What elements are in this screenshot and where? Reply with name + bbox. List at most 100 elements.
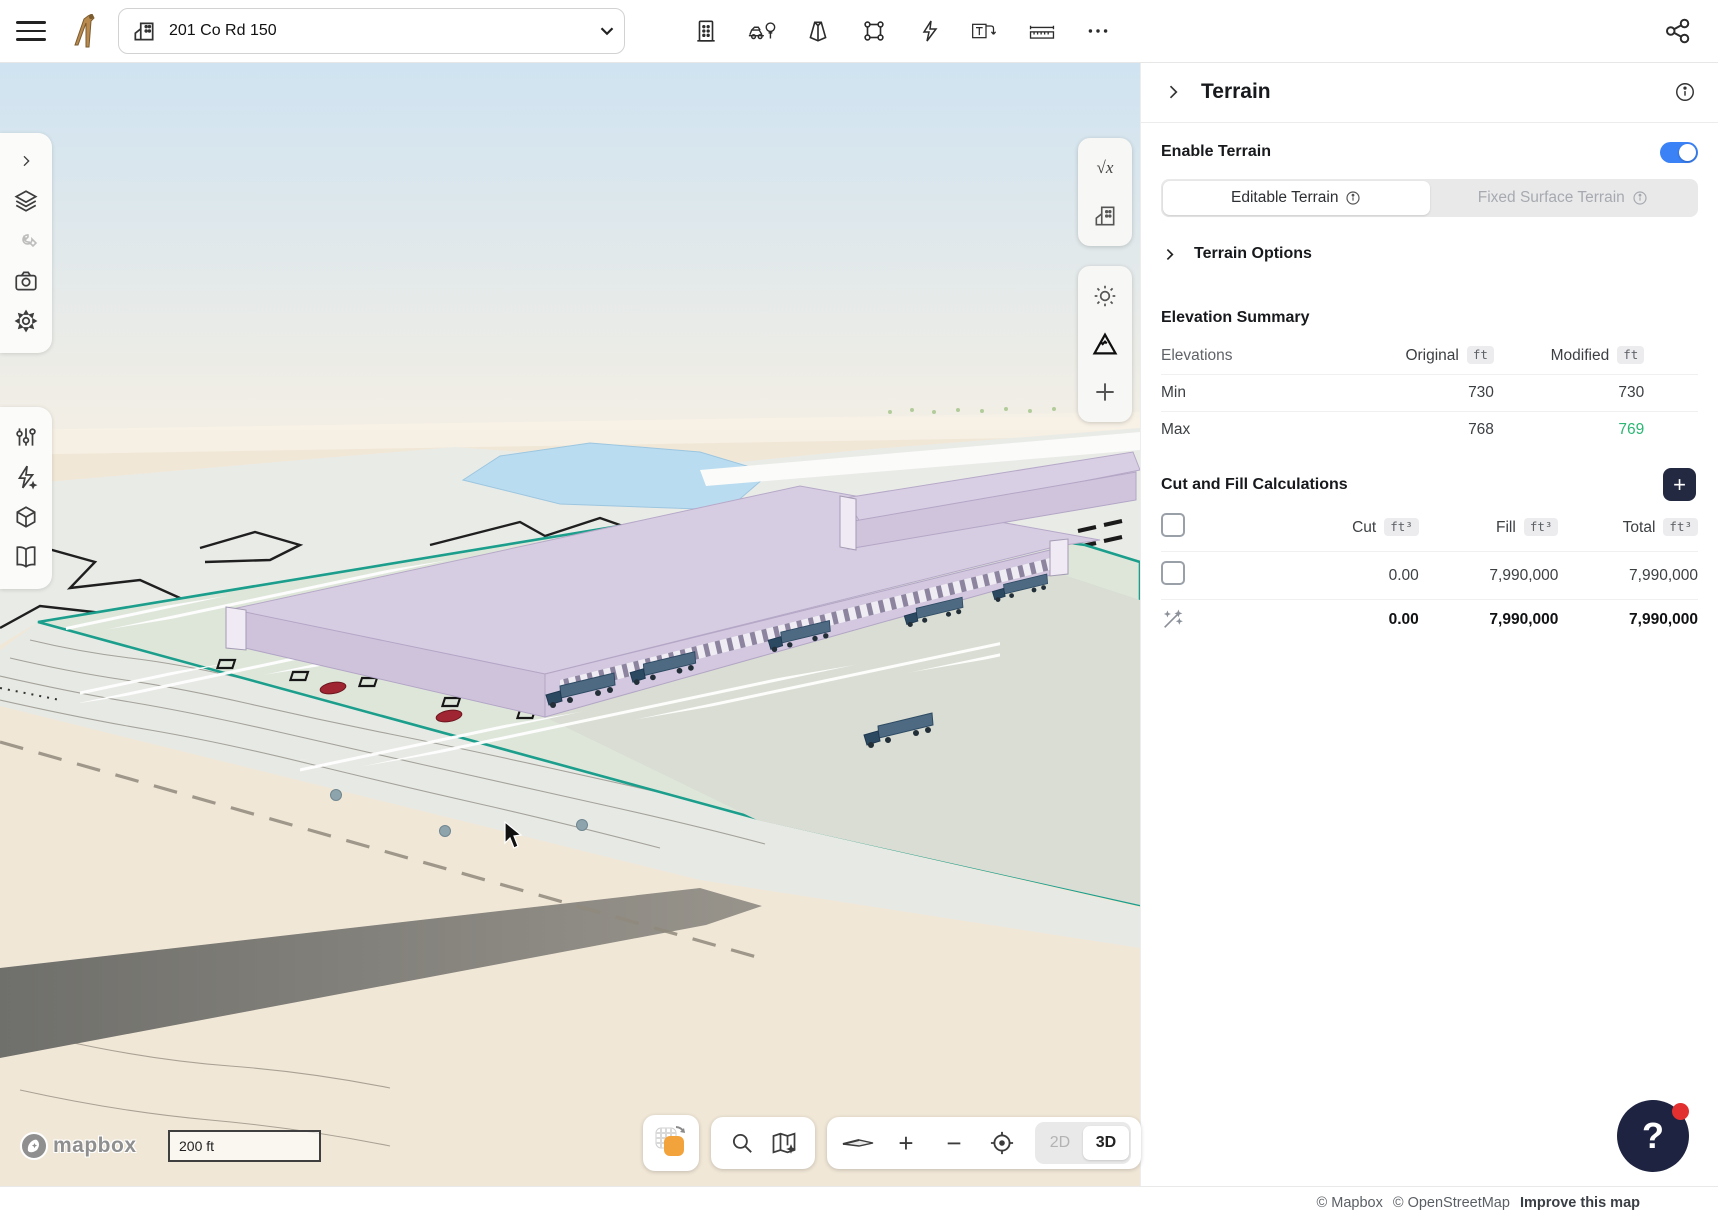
- sky: [0, 62, 1140, 452]
- view-mode-toggle: 2D 3D: [1035, 1122, 1131, 1164]
- basemap-preview-icon: [652, 1124, 690, 1162]
- sun-shadow-icon[interactable]: [1083, 272, 1127, 320]
- terrain-panel: Terrain Enable Terrain Editable Terrain …: [1140, 62, 1718, 1186]
- measure-tool-icon[interactable]: [1027, 16, 1057, 46]
- project-name: 201 Co Rd 150: [169, 22, 584, 40]
- building-view-tool-icon[interactable]: [1083, 192, 1127, 240]
- elevation-row-min: Min 730 730: [1161, 375, 1698, 412]
- camera-icon[interactable]: [6, 261, 46, 301]
- mapbox-wordmark: mapbox: [53, 1134, 137, 1158]
- map-3d-scene[interactable]: [0, 62, 1140, 1186]
- sliders-icon[interactable]: [6, 417, 46, 457]
- massing-tool-icon[interactable]: [803, 16, 833, 46]
- chevron-down-icon[interactable]: [596, 20, 618, 42]
- map-scale-bar: 200 ft: [168, 1130, 321, 1162]
- unit-ft-badge[interactable]: ft: [1467, 346, 1494, 364]
- original-col-header: Originalft: [1344, 337, 1494, 375]
- map-control-bar: + − 2D 3D: [643, 1115, 1141, 1171]
- zoom-out-icon[interactable]: −: [933, 1122, 975, 1164]
- project-selector[interactable]: 201 Co Rd 150: [118, 8, 625, 54]
- add-layer-icon[interactable]: [1083, 368, 1127, 416]
- panel-title: Terrain: [1201, 80, 1674, 104]
- cut-col-header: Cutft³: [1215, 504, 1419, 552]
- formula-tool[interactable]: √x: [1083, 144, 1127, 192]
- elevation-summary-title: Elevation Summary: [1161, 309, 1698, 327]
- osm-attribution-link[interactable]: © OpenStreetMap: [1393, 1195, 1510, 1211]
- settings-gear-icon[interactable]: [6, 301, 46, 341]
- giraffe-logo-icon[interactable]: [72, 14, 98, 48]
- magic-wand-icon[interactable]: [1161, 609, 1183, 631]
- sidebar-group-bottom: [0, 407, 52, 589]
- building-home-icon: [131, 18, 157, 44]
- improve-map-link[interactable]: Improve this map: [1520, 1195, 1640, 1211]
- unit-ft3-badge[interactable]: ft³: [1384, 518, 1419, 536]
- unit-ft3-badge[interactable]: ft³: [1524, 518, 1559, 536]
- unit-ft3-badge[interactable]: ft³: [1663, 518, 1698, 536]
- scale-label: 200 ft: [179, 1138, 214, 1154]
- enable-terrain-row: Enable Terrain: [1161, 139, 1698, 165]
- auto-flash-icon[interactable]: [6, 457, 46, 497]
- share-icon[interactable]: [1662, 16, 1692, 46]
- collapse-panel-icon[interactable]: [1163, 82, 1183, 102]
- map-settings-icon[interactable]: [763, 1122, 805, 1164]
- map-canvas[interactable]: [0, 62, 1140, 1186]
- layers-icon[interactable]: [6, 181, 46, 221]
- tab-fixed-surface-terrain[interactable]: Fixed Surface Terrain: [1430, 181, 1697, 215]
- streetscape-tool-icon[interactable]: [747, 16, 777, 46]
- library-book-icon[interactable]: [6, 537, 46, 577]
- terrain-mountain-icon[interactable]: [1083, 320, 1127, 368]
- compass-bearing-icon[interactable]: [837, 1122, 879, 1164]
- tab-editable-terrain[interactable]: Editable Terrain: [1163, 181, 1430, 215]
- attribution-bar: © Mapbox © OpenStreetMap Improve this ma…: [0, 1186, 1718, 1218]
- cube-3d-icon[interactable]: [6, 497, 46, 537]
- map-nav-pill: + − 2D 3D: [827, 1117, 1141, 1169]
- fill-col-header: Fillft³: [1419, 504, 1559, 552]
- mapbox-logo[interactable]: mapbox: [20, 1132, 137, 1160]
- map-search-pill: [711, 1117, 815, 1169]
- zoom-in-icon[interactable]: +: [885, 1122, 927, 1164]
- locate-target-icon[interactable]: [981, 1122, 1023, 1164]
- elevation-row-max: Max 768 769: [1161, 412, 1698, 449]
- flow-tool-icon[interactable]: [915, 16, 945, 46]
- search-icon[interactable]: [721, 1122, 763, 1164]
- cutfill-header: Cut and Fill Calculations +: [1161, 476, 1698, 494]
- drawing-toolbar: [691, 16, 1113, 46]
- editable-info-icon[interactable]: [1345, 190, 1361, 206]
- unit-ft-badge[interactable]: ft: [1617, 346, 1644, 364]
- modified-max-value: 769: [1494, 412, 1644, 449]
- modified-col-header: Modifiedft: [1494, 337, 1644, 375]
- tab-fixed-label: Fixed Surface Terrain: [1478, 189, 1625, 207]
- terrain-options-toggle[interactable]: Terrain Options: [1161, 245, 1698, 263]
- elevations-col-header: Elevations: [1161, 337, 1344, 375]
- polygon-tool-icon[interactable]: [859, 16, 889, 46]
- add-calculation-button[interactable]: +: [1663, 468, 1696, 501]
- view-2d-button[interactable]: 2D: [1037, 1126, 1083, 1160]
- expand-sidebar-icon[interactable]: [6, 141, 46, 181]
- enable-terrain-toggle[interactable]: [1660, 142, 1698, 163]
- terrain-info-icon[interactable]: [1674, 81, 1696, 103]
- chevron-right-icon: [1161, 246, 1178, 263]
- cutfill-total-row: 0.00 7,990,000 7,990,000: [1161, 600, 1698, 641]
- enable-terrain-label: Enable Terrain: [1161, 143, 1660, 161]
- terrain-options-label: Terrain Options: [1194, 245, 1312, 263]
- basemap-switcher[interactable]: [643, 1115, 699, 1171]
- mapbox-attribution-link[interactable]: © Mapbox: [1317, 1195, 1383, 1211]
- cutfill-row: 0.00 7,990,000 7,990,000: [1161, 552, 1698, 600]
- more-tools-icon[interactable]: [1083, 16, 1113, 46]
- map-tools-group-top: √x: [1078, 138, 1132, 246]
- fixed-info-icon[interactable]: [1632, 190, 1648, 206]
- cutfill-table: Cutft³ Fillft³ Totalft³ 0.00 7,990,000 7…: [1161, 504, 1698, 640]
- view-3d-button[interactable]: 3D: [1083, 1126, 1129, 1160]
- text-tool-icon[interactable]: [971, 16, 1001, 46]
- top-bar: 201 Co Rd 150: [0, 0, 1718, 63]
- mapbox-pin-icon: [20, 1132, 48, 1160]
- terrain-mode-tabs: Editable Terrain Fixed Surface Terrain: [1161, 179, 1698, 217]
- select-all-checkbox[interactable]: [1161, 513, 1185, 537]
- buildings-tool-icon[interactable]: [691, 16, 721, 46]
- total-col-header: Totalft³: [1558, 504, 1698, 552]
- notification-dot: [1672, 1103, 1689, 1120]
- cutfill-title: Cut and Fill Calculations: [1161, 476, 1348, 493]
- menu-icon[interactable]: [16, 16, 46, 46]
- row-checkbox[interactable]: [1161, 561, 1185, 585]
- wrench-icon[interactable]: [6, 221, 46, 261]
